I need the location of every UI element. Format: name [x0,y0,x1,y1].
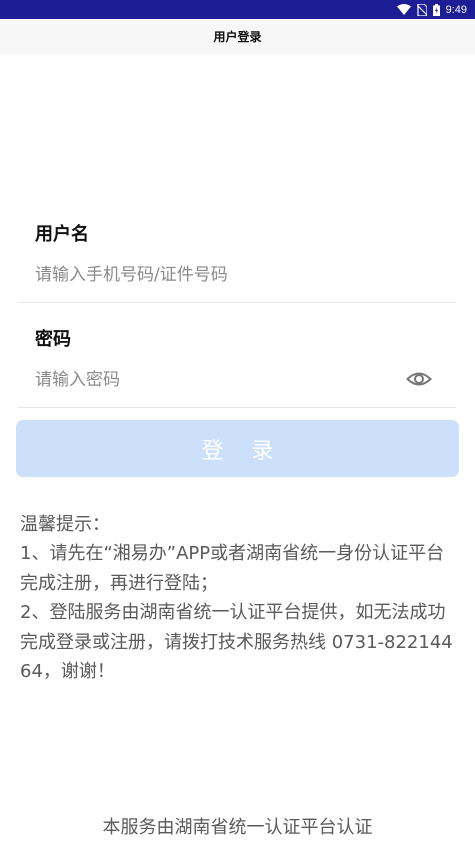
tips-section: 温馨提示： 1、请先在“湘易办”APP或者湖南省统一身份认证平台完成注册，再进行… [20,510,460,686]
username-label: 用户名 [35,224,89,245]
page-title: 用户登录 [213,30,262,44]
password-input[interactable] [35,368,385,392]
username-input[interactable] [35,263,395,287]
battery-icon [432,3,440,16]
footer-text: 本服务由湖南省统一认证平台认证 [102,817,373,838]
login-button[interactable]: 登录 [16,420,459,477]
wifi-icon [396,4,411,15]
tips-item-1: 1、请先在“湘易办”APP或者湖南省统一身份认证平台完成注册，再进行登陆； [20,543,445,594]
eye-icon[interactable] [406,369,432,389]
title-bar: 用户登录 [0,19,475,54]
password-label: 密码 [35,329,71,350]
status-bar: 9:49 [0,0,475,19]
username-divider [18,302,456,303]
tips-title: 温馨提示： [20,514,110,535]
password-divider [18,407,456,408]
tips-item-2: 2、登陆服务由湖南省统一认证平台提供，如无法成功完成登录或注册，请拨打技术服务热… [20,602,453,683]
no-sim-icon [416,3,427,16]
status-time: 9:49 [445,3,467,16]
